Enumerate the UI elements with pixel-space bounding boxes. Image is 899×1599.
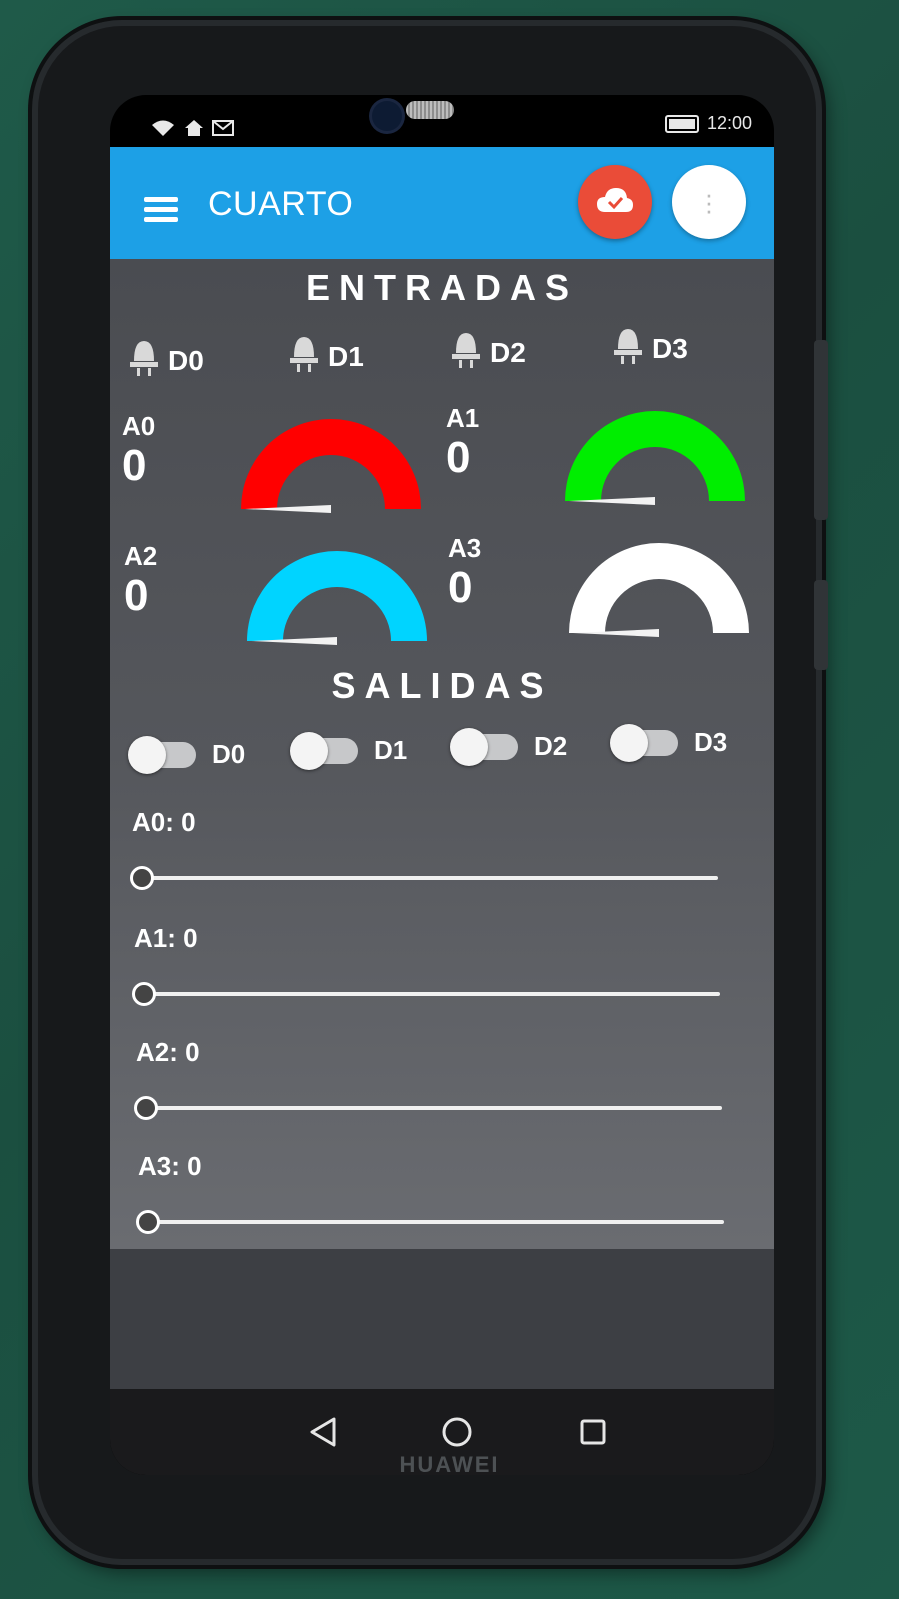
- gauge-arc: [247, 551, 427, 641]
- slider-thumb[interactable]: [134, 1096, 158, 1120]
- lightbulb-icon: [128, 337, 160, 384]
- mail-notification-icon: [212, 119, 234, 142]
- earpiece-speaker: [406, 101, 454, 119]
- gauge-a3: [569, 543, 749, 637]
- analog-label-a1: A1: [446, 403, 480, 433]
- analog-value-a3: 0: [448, 563, 473, 612]
- screen: 12:00 CUARTO · · · ENTRADAS D0 D1 D2 D3 …: [110, 95, 774, 1475]
- phone-body: 12:00 CUARTO · · · ENTRADAS D0 D1 D2 D3 …: [32, 20, 828, 1565]
- slider-thumb[interactable]: [130, 866, 154, 890]
- analog-label-a2: A2: [124, 541, 158, 571]
- lightbulb-icon: [450, 329, 482, 376]
- switch-label: D3: [694, 727, 728, 757]
- device-brand: HUAWEI: [399, 1452, 500, 1477]
- analog-label-a0: A0: [122, 411, 156, 441]
- gauge-arc: [241, 419, 421, 509]
- switch-d0[interactable]: D0: [128, 735, 246, 774]
- battery-icon: [664, 114, 699, 133]
- recents-square-icon[interactable]: [572, 1411, 614, 1453]
- gauge-arc: [569, 543, 749, 633]
- slider-a1[interactable]: [132, 981, 720, 1007]
- app-title: CUARTO: [208, 185, 354, 223]
- app-bar: CUARTO · · ·: [110, 147, 774, 259]
- volume-button: [814, 580, 828, 670]
- cloud-check-button[interactable]: [578, 165, 652, 239]
- digital-input-label: D1: [328, 340, 364, 372]
- switch-d1[interactable]: D1: [290, 731, 408, 770]
- lightbulb-icon: [288, 333, 320, 380]
- gauge-arc: [565, 411, 745, 501]
- home-circle-icon[interactable]: [436, 1411, 478, 1453]
- slider-label-a1: A1: 0: [134, 923, 198, 953]
- switch-label: D2: [534, 731, 568, 761]
- slider-thumb[interactable]: [132, 982, 156, 1006]
- slider-a3[interactable]: [136, 1209, 724, 1235]
- slider-a0[interactable]: [130, 865, 718, 891]
- wifi-icon: [150, 119, 176, 142]
- inputs-section-title: ENTRADAS: [305, 267, 578, 308]
- digital-input-label: D3: [652, 332, 688, 364]
- switch-d3[interactable]: D3: [610, 723, 728, 762]
- cloud-check-icon: [596, 186, 634, 219]
- analog-value-a1: 0: [446, 433, 471, 482]
- gauge-a2: [247, 551, 427, 645]
- front-camera: [372, 101, 402, 131]
- digital-input-d0: D0: [128, 337, 204, 384]
- dashboard-content: ENTRADAS D0 D1 D2 D3 A0 0 A1 0 A2 0 A3 0…: [110, 259, 774, 1249]
- toggle-switch[interactable]: [610, 723, 678, 762]
- analog-label-a3: A3: [448, 533, 482, 563]
- slider-a2[interactable]: [134, 1095, 722, 1121]
- more-options-button[interactable]: · · ·: [672, 165, 746, 239]
- status-icons-right: 12:00: [664, 113, 752, 134]
- slider-thumb[interactable]: [136, 1210, 160, 1234]
- hamburger-icon[interactable]: [144, 197, 178, 227]
- status-time: 12:00: [706, 113, 752, 133]
- digital-input-label: D0: [168, 344, 204, 376]
- toggle-switch[interactable]: [128, 735, 196, 774]
- digital-input-d3: D3: [612, 325, 688, 372]
- home-notification-icon: [184, 119, 204, 142]
- gauge-a1: [565, 411, 745, 505]
- toggle-switch[interactable]: [290, 731, 358, 770]
- gauge-a0: [241, 419, 421, 513]
- empty-area: [110, 1249, 774, 1389]
- slider-label-a2: A2: 0: [136, 1037, 200, 1067]
- more-vert-icon: · · ·: [704, 179, 714, 225]
- analog-value-a0: 0: [122, 441, 147, 490]
- switch-d2[interactable]: D2: [450, 727, 568, 766]
- digital-input-label: D2: [490, 336, 526, 368]
- slider-label-a3: A3: 0: [138, 1151, 202, 1181]
- digital-input-d1: D1: [288, 333, 364, 380]
- power-button: [814, 340, 828, 520]
- lightbulb-icon: [612, 325, 644, 372]
- switch-label: D0: [212, 739, 246, 769]
- status-bar: 12:00: [110, 95, 774, 147]
- back-triangle-icon[interactable]: [302, 1411, 344, 1453]
- digital-input-d2: D2: [450, 329, 526, 376]
- status-icons-left: [150, 119, 234, 142]
- outputs-section-title: SALIDAS: [331, 665, 553, 706]
- toggle-switch[interactable]: [450, 727, 518, 766]
- analog-value-a2: 0: [124, 571, 149, 620]
- slider-label-a0: A0: 0: [132, 807, 196, 837]
- switch-label: D1: [374, 735, 408, 765]
